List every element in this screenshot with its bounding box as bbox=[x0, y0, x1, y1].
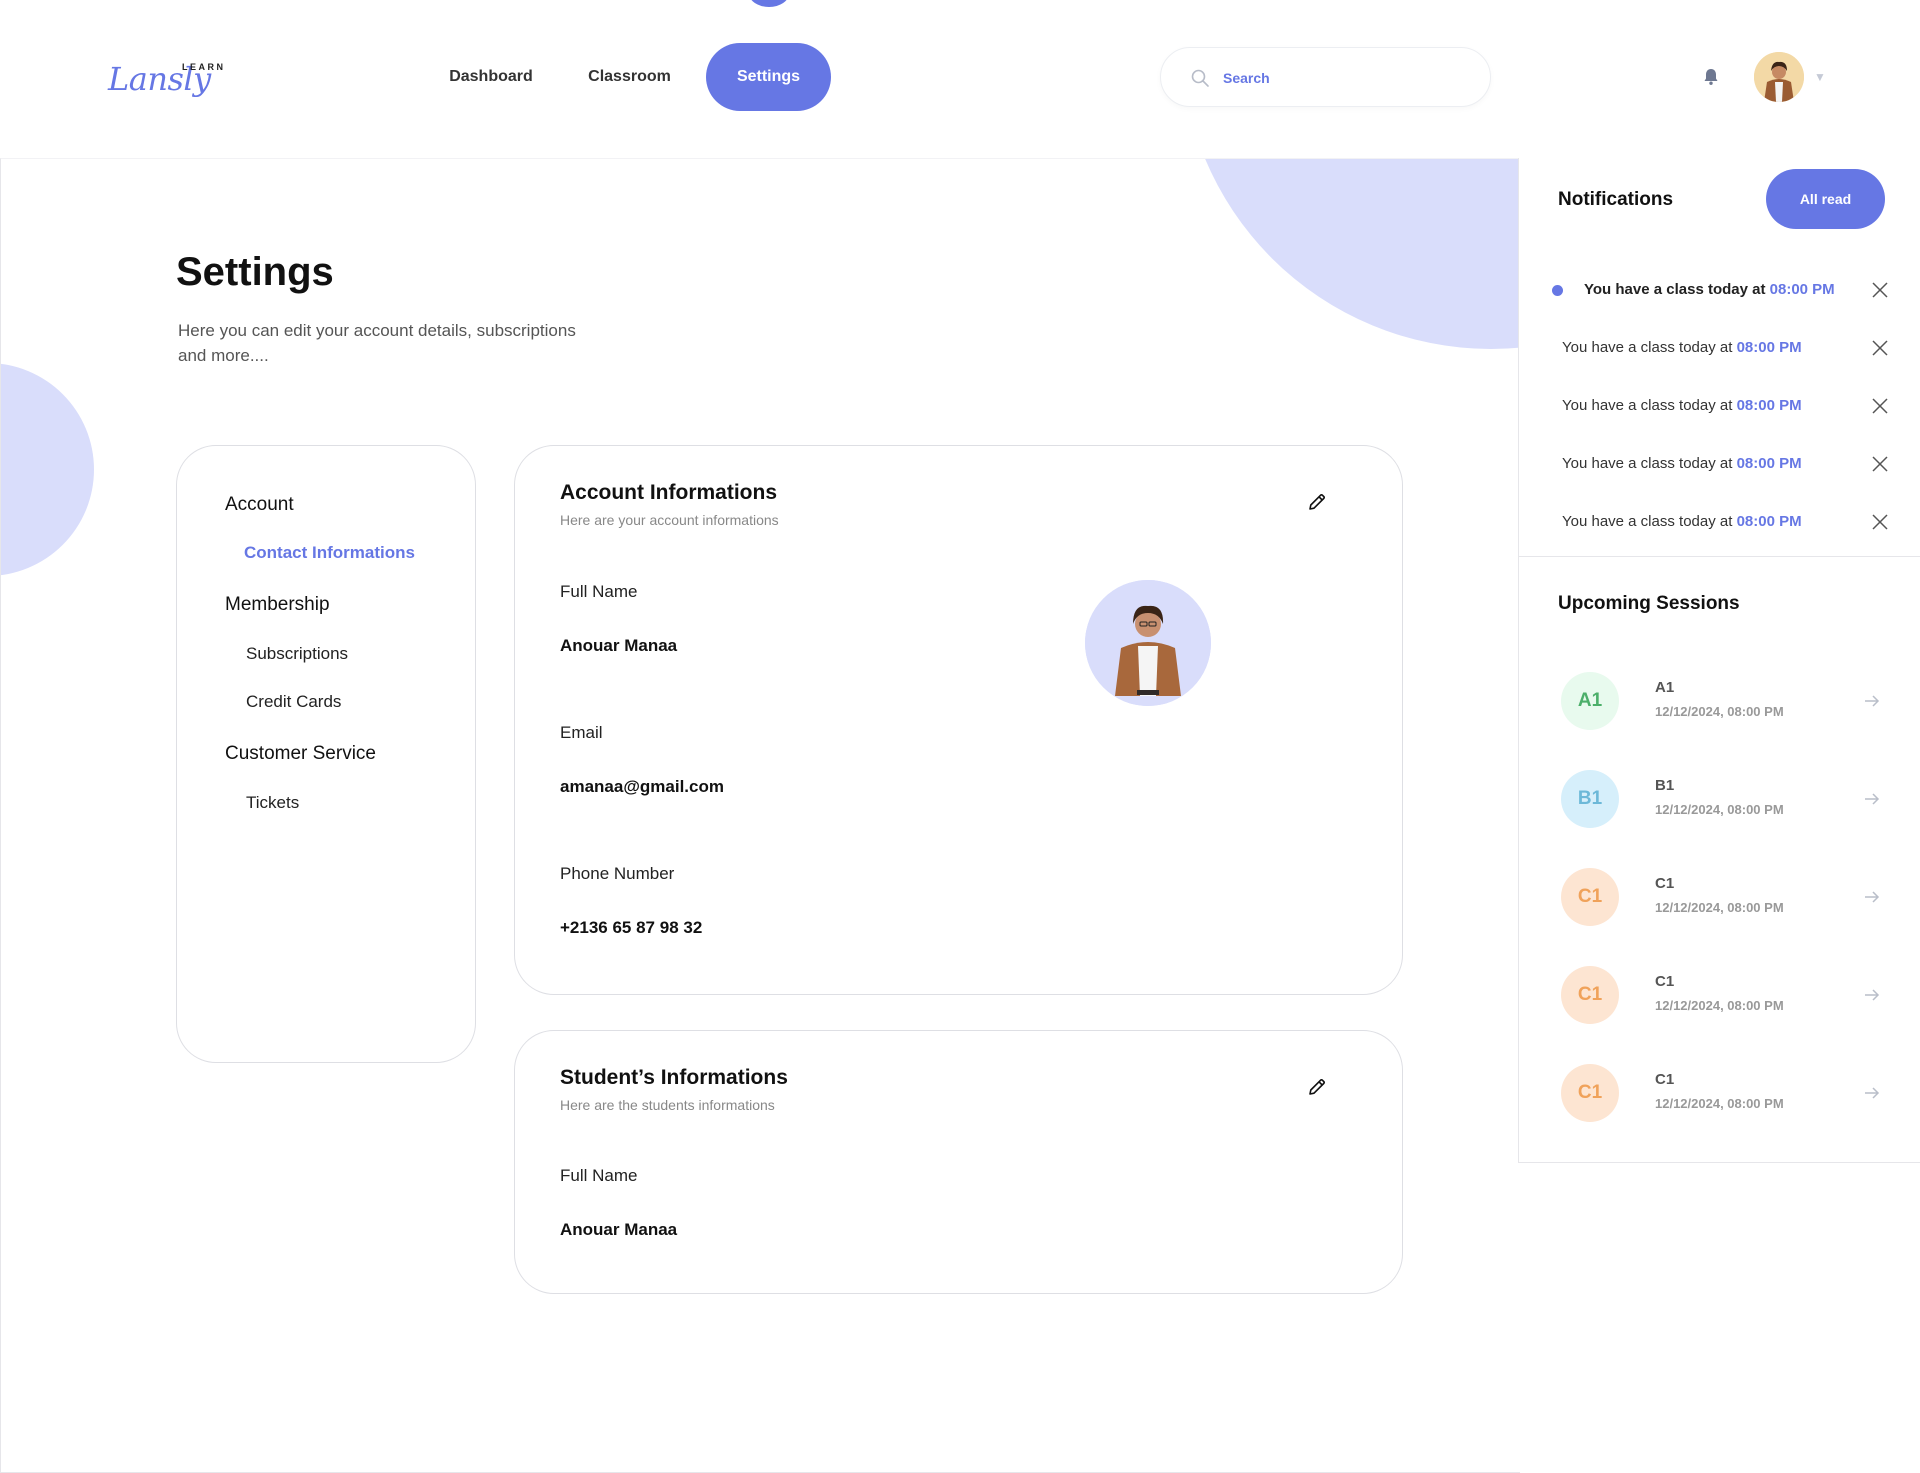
bell-icon[interactable] bbox=[1700, 66, 1722, 88]
card-title: Student’s Informations bbox=[560, 1066, 788, 1089]
page-subtitle: Here you can edit your account details, … bbox=[178, 321, 576, 365]
notification-item[interactable]: You have a class today at 08:00 PM bbox=[1519, 450, 1920, 480]
notification-time: 08:00 PM bbox=[1736, 455, 1802, 472]
notification-time: 08:00 PM bbox=[1736, 397, 1802, 414]
session-level-badge: C1 bbox=[1561, 966, 1619, 1024]
menu-credit-cards[interactable]: Credit Cards bbox=[246, 692, 341, 712]
close-icon[interactable] bbox=[1871, 397, 1889, 415]
right-panel: Notifications All read You have a class … bbox=[1518, 158, 1920, 1163]
arrow-right-icon[interactable] bbox=[1862, 1083, 1882, 1103]
full-name-label: Full Name bbox=[560, 582, 638, 601]
session-date: 12/12/2024, 08:00 PM bbox=[1655, 998, 1784, 1013]
nav-settings[interactable]: Settings bbox=[706, 43, 831, 111]
upcoming-sessions-title: Upcoming Sessions bbox=[1558, 593, 1740, 614]
decorative-blob bbox=[1181, 159, 1520, 349]
full-name-value: Anouar Manaa bbox=[560, 636, 678, 655]
notification-message: You have a class today at bbox=[1562, 339, 1737, 356]
session-item[interactable]: A1 A1 12/12/2024, 08:00 PM bbox=[1519, 672, 1920, 732]
arrow-right-icon[interactable] bbox=[1862, 789, 1882, 809]
user-avatar[interactable] bbox=[1754, 52, 1804, 102]
nav-classroom[interactable]: Classroom bbox=[572, 43, 687, 111]
session-item[interactable]: C1 C1 12/12/2024, 08:00 PM bbox=[1519, 1064, 1920, 1124]
card-subtitle: Here are the students informations bbox=[560, 1097, 775, 1113]
close-icon[interactable] bbox=[1871, 513, 1889, 531]
pencil-icon[interactable] bbox=[1306, 491, 1328, 513]
person-photo-icon bbox=[1085, 580, 1211, 706]
arrow-right-icon[interactable] bbox=[1862, 887, 1882, 907]
session-name: A1 bbox=[1655, 679, 1675, 696]
logo-subtext: LEARN bbox=[182, 62, 226, 72]
notification-message: You have a class today at bbox=[1562, 397, 1737, 414]
email-value: amanaa@gmail.com bbox=[560, 777, 724, 796]
session-name: C1 bbox=[1655, 1071, 1675, 1088]
notification-message: You have a class today at bbox=[1584, 281, 1770, 298]
notification-text: You have a class today at 08:00 PM bbox=[1562, 339, 1802, 356]
divider bbox=[1519, 556, 1920, 557]
full-name-value: Anouar Manaa bbox=[560, 1220, 678, 1239]
pencil-icon[interactable] bbox=[1306, 1076, 1328, 1098]
session-name: B1 bbox=[1655, 777, 1675, 794]
notification-item[interactable]: You have a class today at 08:00 PM bbox=[1519, 508, 1920, 538]
account-informations-card: Account Informations Here are your accou… bbox=[514, 445, 1403, 995]
search-icon bbox=[1191, 69, 1209, 87]
menu-account[interactable]: Account bbox=[225, 494, 294, 516]
arrow-right-icon[interactable] bbox=[1862, 691, 1882, 711]
notification-text: You have a class today at 08:00 PM bbox=[1584, 281, 1835, 298]
notification-text: You have a class today at 08:00 PM bbox=[1562, 397, 1802, 414]
decorative-dot bbox=[749, 0, 789, 7]
chevron-down-icon[interactable]: ▼ bbox=[1814, 70, 1826, 84]
close-icon[interactable] bbox=[1871, 455, 1889, 473]
all-read-button[interactable]: All read bbox=[1766, 169, 1885, 229]
menu-tickets[interactable]: Tickets bbox=[246, 793, 299, 813]
session-date: 12/12/2024, 08:00 PM bbox=[1655, 704, 1784, 719]
card-subtitle: Here are your account informations bbox=[560, 512, 779, 528]
decorative-blob bbox=[1, 363, 94, 576]
phone-value: +2136 65 87 98 32 bbox=[560, 918, 703, 937]
menu-membership[interactable]: Membership bbox=[225, 594, 330, 616]
session-date: 12/12/2024, 08:00 PM bbox=[1655, 802, 1784, 817]
session-level-badge: B1 bbox=[1561, 770, 1619, 828]
arrow-right-icon[interactable] bbox=[1862, 985, 1882, 1005]
close-icon[interactable] bbox=[1871, 281, 1889, 299]
notification-item[interactable]: You have a class today at 08:00 PM bbox=[1519, 276, 1920, 306]
notification-item[interactable]: You have a class today at 08:00 PM bbox=[1519, 334, 1920, 364]
search-input[interactable] bbox=[1223, 63, 1463, 93]
full-name-label: Full Name bbox=[560, 1166, 638, 1185]
notification-text: You have a class today at 08:00 PM bbox=[1562, 513, 1802, 530]
phone-label: Phone Number bbox=[560, 864, 675, 883]
avatar-person-icon bbox=[1754, 52, 1804, 102]
menu-subscriptions[interactable]: Subscriptions bbox=[246, 644, 348, 664]
session-level-badge: A1 bbox=[1561, 672, 1619, 730]
session-item[interactable]: C1 C1 12/12/2024, 08:00 PM bbox=[1519, 868, 1920, 928]
card-title: Account Informations bbox=[560, 481, 778, 504]
notification-message: You have a class today at bbox=[1562, 455, 1737, 472]
session-date: 12/12/2024, 08:00 PM bbox=[1655, 900, 1784, 915]
unread-dot bbox=[1552, 285, 1563, 296]
session-name: C1 bbox=[1655, 875, 1675, 892]
notification-message: You have a class today at bbox=[1562, 513, 1737, 530]
menu-customer-service[interactable]: Customer Service bbox=[225, 743, 376, 765]
search-box[interactable] bbox=[1160, 47, 1491, 107]
session-item[interactable]: C1 C1 12/12/2024, 08:00 PM bbox=[1519, 966, 1920, 1026]
email-label: Email bbox=[560, 723, 603, 742]
session-name: C1 bbox=[1655, 973, 1675, 990]
notification-item[interactable]: You have a class today at 08:00 PM bbox=[1519, 392, 1920, 422]
notification-text: You have a class today at 08:00 PM bbox=[1562, 455, 1802, 472]
lansly-logo[interactable]: Lansly LEARN bbox=[108, 54, 228, 102]
session-date: 12/12/2024, 08:00 PM bbox=[1655, 1096, 1784, 1111]
menu-contact-informations[interactable]: Contact Informations bbox=[244, 543, 415, 563]
notification-time: 08:00 PM bbox=[1736, 339, 1802, 356]
close-icon[interactable] bbox=[1871, 339, 1889, 357]
nav-dashboard[interactable]: Dashboard bbox=[436, 43, 546, 111]
session-level-badge: C1 bbox=[1561, 868, 1619, 926]
settings-menu: Account Contact Informations Membership … bbox=[176, 445, 476, 1063]
profile-photo bbox=[1085, 580, 1211, 706]
notifications-title: Notifications bbox=[1558, 189, 1674, 210]
student-informations-card: Student’s Informations Here are the stud… bbox=[514, 1030, 1403, 1294]
session-level-badge: C1 bbox=[1561, 1064, 1619, 1122]
session-item[interactable]: B1 B1 12/12/2024, 08:00 PM bbox=[1519, 770, 1920, 830]
notification-time: 08:00 PM bbox=[1769, 281, 1835, 298]
page-title: Settings bbox=[176, 250, 334, 294]
notification-time: 08:00 PM bbox=[1736, 513, 1802, 530]
